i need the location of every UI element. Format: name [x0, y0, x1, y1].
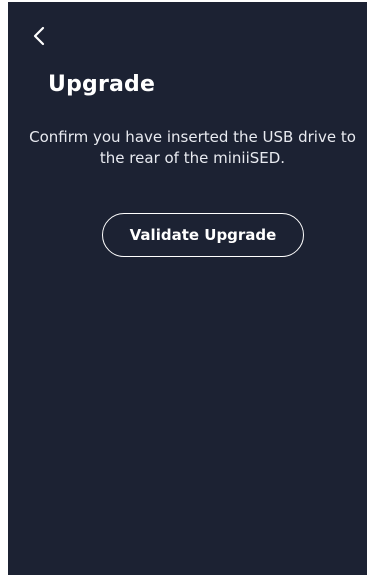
- back-button[interactable]: [30, 24, 50, 48]
- page-title: Upgrade: [48, 72, 156, 97]
- upgrade-screen: Upgrade Confirm you have inserted the US…: [8, 2, 367, 575]
- instructions-text: Confirm you have inserted the USB drive …: [29, 128, 356, 167]
- chevron-left-icon: [30, 24, 50, 48]
- validate-upgrade-button[interactable]: Validate Upgrade: [102, 213, 304, 257]
